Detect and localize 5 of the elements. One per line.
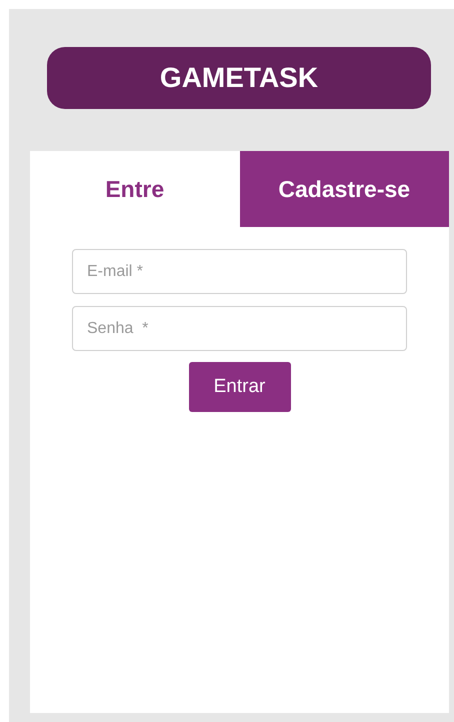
input-field[interactable]: Senha * [72, 306, 407, 351]
app-title: GAMETASK [160, 61, 318, 95]
input-field[interactable]: E-mail * [72, 249, 407, 294]
submit-button[interactable]: Entrar [188, 362, 290, 412]
tab[interactable]: Cadastre-se [240, 151, 449, 227]
